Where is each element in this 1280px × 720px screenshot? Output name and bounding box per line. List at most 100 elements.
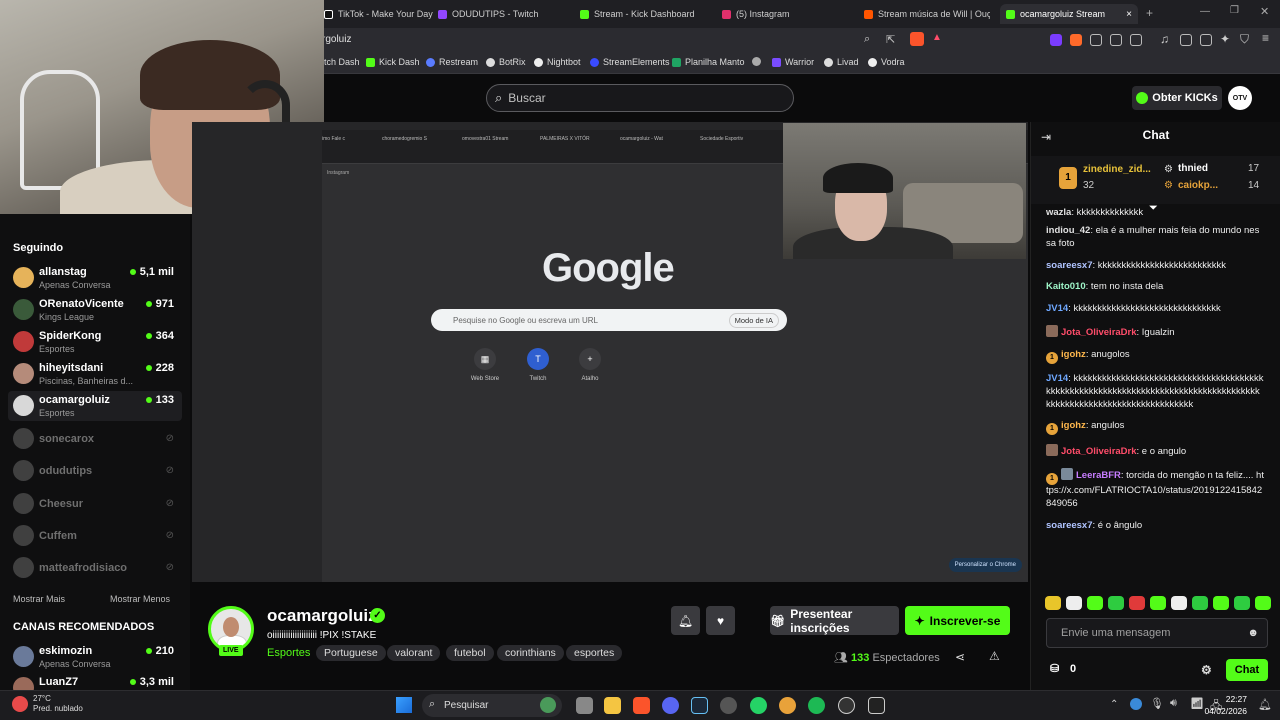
show-more-link[interactable]: Mostrar Mais: [13, 594, 65, 604]
sidebar-channel[interactable]: LuanZ7 3,3 mil: [8, 673, 182, 690]
send-chat-button[interactable]: Chat: [1226, 659, 1268, 681]
tab-tiktok[interactable]: TikTok - Make Your Day: [324, 4, 433, 24]
emote-icon[interactable]: [1045, 596, 1061, 610]
emote-icon[interactable]: [1087, 596, 1103, 610]
leo-ai-icon[interactable]: ✦: [1220, 32, 1230, 46]
epic-games-icon[interactable]: [868, 697, 885, 714]
sidebar-channel[interactable]: hiheyitsdani Piscinas, Banheiras d... 228: [8, 359, 182, 389]
emote-icon[interactable]: [1234, 596, 1250, 610]
subscribe-button[interactable]: ✦ Inscrever-se: [905, 606, 1010, 635]
sidebar-channel-offline[interactable]: Cheesur ⊘: [8, 489, 182, 519]
channel-name[interactable]: ocamargoluiz: [267, 606, 377, 626]
whatsapp-icon[interactable]: [750, 697, 767, 714]
report-icon[interactable]: ⚠: [989, 649, 1000, 663]
notifications-button[interactable]: 🔔︎: [671, 606, 700, 635]
close-window-icon[interactable]: ✕: [1260, 5, 1269, 18]
stream-tag[interactable]: Portuguese: [316, 645, 386, 661]
extension-icon[interactable]: [1110, 34, 1122, 46]
sidebar-channel[interactable]: eskimozin Apenas Conversa 210: [8, 642, 182, 672]
gift-subs-button[interactable]: 🎁︎ Presentear inscrições: [770, 606, 899, 635]
user-avatar[interactable]: OTV: [1228, 86, 1252, 110]
sidebar-icon[interactable]: [1180, 34, 1192, 46]
emote-icon[interactable]: [1192, 596, 1208, 610]
stream-tag[interactable]: corinthians: [497, 645, 564, 661]
stream-category[interactable]: Esportes: [267, 647, 310, 659]
brave-shield-icon[interactable]: [910, 32, 924, 46]
bookmark-item[interactable]: Kick Dash: [366, 57, 420, 67]
extension-icon[interactable]: [1070, 34, 1082, 46]
tab-instagram[interactable]: (5) Instagram: [722, 4, 790, 24]
gifter-name[interactable]: zinedine_zid...: [1083, 164, 1151, 175]
emote-icon[interactable]: [1108, 596, 1124, 610]
app-icon[interactable]: [779, 697, 796, 714]
restore-icon[interactable]: ❐: [1230, 5, 1239, 16]
emote-icon[interactable]: [1066, 596, 1082, 610]
steam-icon[interactable]: [691, 697, 708, 714]
gifter-name[interactable]: caiokp...: [1178, 180, 1218, 191]
tab-twitch[interactable]: ODUDUTIPS - Twitch: [438, 4, 538, 24]
weather-widget[interactable]: 27°C Pred. nublado: [33, 694, 83, 715]
bookmark-item[interactable]: Livad: [824, 57, 859, 67]
sidebar-channel-offline[interactable]: Cuffem ⊘: [8, 521, 182, 551]
bookmark-item[interactable]: Restream: [426, 57, 478, 67]
url-field[interactable]: rgoluiz: [322, 34, 351, 45]
bookmark-item[interactable]: Warrior: [772, 57, 814, 67]
tab-kick-dashboard[interactable]: Stream - Kick Dashboard: [580, 4, 695, 24]
bookmark-item[interactable]: Nightbot: [534, 57, 581, 67]
tray-app-icon[interactable]: [1130, 698, 1142, 710]
extension-icon[interactable]: [1130, 34, 1142, 46]
stream-tag[interactable]: futebol: [446, 645, 494, 661]
share-icon[interactable]: ⋖: [955, 650, 965, 664]
bookmark-item[interactable]: StreamElements: [590, 57, 670, 67]
extension-icon[interactable]: [1090, 34, 1102, 46]
bookmark-item[interactable]: tch Dash: [324, 57, 360, 67]
microphone-icon[interactable]: 🎙︎: [1150, 697, 1164, 710]
close-icon[interactable]: ×: [1126, 9, 1132, 20]
bookmark-icon[interactable]: [1200, 34, 1212, 46]
minimize-icon[interactable]: —: [1200, 6, 1210, 17]
search-input[interactable]: ⌕ Buscar: [486, 84, 794, 112]
emote-icon[interactable]: [1255, 596, 1271, 610]
menu-icon[interactable]: ≡: [1262, 31, 1269, 45]
discord-icon[interactable]: [662, 697, 679, 714]
start-icon[interactable]: [396, 697, 412, 713]
stream-tag[interactable]: valorant: [387, 645, 441, 661]
bookmark-item[interactable]: Vodra: [868, 57, 905, 67]
share-icon[interactable]: ⇱: [886, 33, 895, 46]
extension-icon[interactable]: [1050, 34, 1062, 46]
sidebar-channel[interactable]: allanstag Apenas Conversa 5,1 mil: [8, 263, 182, 293]
get-kicks-button[interactable]: Obter KICKs: [1132, 86, 1222, 110]
taskbar-search[interactable]: ⌕ Pesquisar: [422, 694, 562, 717]
sidebar-channel[interactable]: SpiderKong Esportes 364: [8, 327, 182, 357]
emoji-picker-icon[interactable]: ☻: [1247, 627, 1259, 639]
new-tab-icon[interactable]: +: [1146, 6, 1153, 20]
gifter-name[interactable]: thnied: [1178, 163, 1208, 174]
bookmark-item[interactable]: [752, 57, 761, 66]
sidebar-channel-offline[interactable]: sonecarox ⊘: [8, 424, 182, 454]
taskbar-clock[interactable]: 22:27 04/02/2026: [1204, 694, 1247, 718]
emote-icon[interactable]: [1129, 596, 1145, 610]
sidebar-channel-offline[interactable]: odudutips ⊘: [8, 456, 182, 486]
rewards-icon[interactable]: ▲: [932, 32, 942, 43]
emote-icon[interactable]: [1171, 596, 1187, 610]
bookmark-item[interactable]: Planilha Manto: [672, 57, 745, 67]
spotify-icon[interactable]: [808, 697, 825, 714]
file-explorer-icon[interactable]: [604, 697, 621, 714]
tab-kick-stream[interactable]: ocamargoluiz Stream ×: [1000, 4, 1138, 24]
emote-icon[interactable]: [1213, 596, 1229, 610]
weather-icon[interactable]: [12, 696, 28, 712]
sidebar-channel[interactable]: ORenatoVicente Kings League 971: [8, 295, 182, 325]
follow-button[interactable]: ♥: [706, 606, 735, 635]
vpn-icon[interactable]: ⛉: [1240, 32, 1249, 47]
speaker-icon[interactable]: 🔊︎: [1170, 697, 1177, 710]
chat-message-input[interactable]: Envie uma mensagem ☻: [1046, 618, 1268, 648]
zoom-icon[interactable]: ⌕: [864, 33, 870, 46]
media-icon[interactable]: ♫: [1160, 32, 1169, 46]
brave-icon[interactable]: [633, 697, 650, 714]
notification-icon[interactable]: 🔔︎: [1258, 698, 1272, 711]
tab-music[interactable]: Stream música de Will | Ouça: [864, 4, 990, 24]
show-less-link[interactable]: Mostrar Menos: [110, 594, 170, 604]
emote-icon[interactable]: [1150, 596, 1166, 610]
sidebar-channel-active[interactable]: ocamargoluiz Esportes 133: [8, 391, 182, 421]
sidebar-channel-offline[interactable]: matteafrodisiaco ⊘: [8, 553, 182, 583]
